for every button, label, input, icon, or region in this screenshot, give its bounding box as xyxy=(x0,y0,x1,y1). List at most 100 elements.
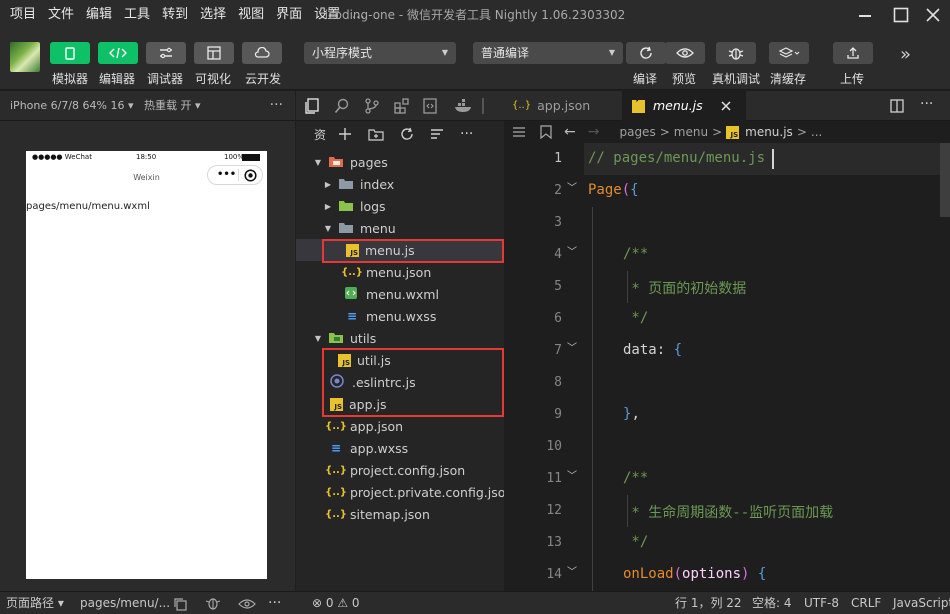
explorer-more-icon[interactable]: ··· xyxy=(460,126,473,142)
eye-icon xyxy=(676,48,694,58)
avatar[interactable] xyxy=(10,42,40,72)
menu-tools[interactable]: 工具 xyxy=(118,0,156,30)
cloud-dev-button[interactable] xyxy=(242,42,282,64)
refresh-explorer-icon[interactable] xyxy=(400,127,414,141)
tree-folder-menu[interactable]: ▼ menu xyxy=(296,217,504,239)
simulator-toggle-button[interactable] xyxy=(50,42,90,64)
search-icon[interactable] xyxy=(334,98,350,114)
menu-view[interactable]: 视图 xyxy=(232,0,270,30)
capsule-close-icon[interactable] xyxy=(244,169,257,182)
compile-button[interactable] xyxy=(626,42,666,64)
code-file-icon[interactable] xyxy=(422,97,438,114)
clear-cache-button[interactable] xyxy=(769,42,809,64)
new-file-icon[interactable] xyxy=(338,127,352,141)
visual-toggle-button[interactable] xyxy=(194,42,234,64)
breadcrumb-ellipsis[interactable]: ... xyxy=(811,125,822,139)
collapse-all-icon[interactable] xyxy=(430,127,444,141)
tree-file-project-private-config[interactable]: {..} project.private.config.json xyxy=(296,481,513,503)
mode-select[interactable]: 小程序模式 ▼ xyxy=(304,42,456,64)
fold-chevron-icon[interactable]: ﹀ xyxy=(567,243,577,258)
status-more-icon[interactable]: ··· xyxy=(268,592,281,614)
split-editor-icon[interactable] xyxy=(890,99,904,113)
outline-icon[interactable] xyxy=(512,126,526,138)
compile-mode-select[interactable]: 普通编译 ▼ xyxy=(473,42,623,64)
back-arrow-icon[interactable]: ← xyxy=(564,124,576,140)
source-control-icon[interactable] xyxy=(364,97,380,114)
tree-file-menu-wxss[interactable]: ≡ menu.wxss xyxy=(296,305,504,327)
tree-file-menu-js[interactable]: JS menu.js xyxy=(296,239,504,261)
capsule-more-icon[interactable]: ••• xyxy=(217,169,236,180)
editor-scrollbar[interactable] xyxy=(940,143,950,591)
breadcrumb-menu[interactable]: menu xyxy=(674,125,708,139)
tree-file-app-json[interactable]: {..} app.json xyxy=(296,415,504,437)
extensions-icon[interactable] xyxy=(394,97,410,114)
simulator-more-icon[interactable]: ··· xyxy=(270,91,283,119)
more-tools-icon[interactable]: » xyxy=(900,44,911,65)
new-folder-icon[interactable] xyxy=(368,127,384,141)
breadcrumb-file[interactable]: menu.js xyxy=(745,125,793,139)
editor-toggle-button[interactable] xyxy=(98,42,138,64)
tree-file-util-js[interactable]: JS util.js xyxy=(296,349,504,371)
tab-menu-js[interactable]: JS menu.js xyxy=(622,91,746,121)
language-mode[interactable]: JavaScript xyxy=(893,592,950,614)
scrollbar-thumb[interactable] xyxy=(940,143,950,217)
indentation[interactable]: 空格: 4 xyxy=(752,592,792,614)
tree-file-project-config[interactable]: {..} project.config.json xyxy=(296,459,504,481)
tree-file-eslintrc[interactable]: .eslintrc.js xyxy=(296,371,504,393)
copy-icon[interactable] xyxy=(173,597,187,611)
fold-chevron-icon[interactable]: ﹀ xyxy=(567,467,577,482)
menu-settings[interactable]: 设置 xyxy=(308,0,346,30)
menu-project[interactable]: 项目 xyxy=(4,0,42,30)
capsule-menu[interactable]: ••• xyxy=(207,165,263,185)
breadcrumb-separator-icon: > xyxy=(659,125,670,139)
tree-folder-utils[interactable]: ▼ utils xyxy=(296,327,504,349)
fold-chevron-icon[interactable]: ﹀ xyxy=(567,179,577,194)
files-icon[interactable] xyxy=(304,97,320,114)
close-window-button[interactable] xyxy=(916,0,950,30)
device-select[interactable]: iPhone 6/7/8 64% 16 ▾ xyxy=(10,91,134,121)
debugger-toggle-button[interactable] xyxy=(146,42,186,64)
upload-button[interactable] xyxy=(833,42,873,64)
tab-app-json[interactable]: {..} app.json xyxy=(504,91,622,121)
hot-reload-toggle[interactable]: 热重载 开 ▾ xyxy=(144,91,201,121)
bug-icon[interactable] xyxy=(205,596,221,611)
menu-select[interactable]: 选择 xyxy=(194,0,232,30)
tree-label: menu.js xyxy=(365,242,415,258)
eye-icon[interactable] xyxy=(238,598,256,610)
tree-folder-index[interactable]: ▶ index xyxy=(296,173,504,195)
menu-file[interactable]: 文件 xyxy=(42,0,80,30)
menu-goto[interactable]: 转到 xyxy=(156,0,194,30)
tree-file-menu-wxml[interactable]: menu.wxml xyxy=(296,283,504,305)
tree-file-app-js[interactable]: JS app.js xyxy=(296,393,504,415)
breadcrumb-pages[interactable]: pages xyxy=(619,125,655,139)
docker-icon[interactable] xyxy=(454,98,474,114)
tree-folder-pages[interactable]: ▼ pages xyxy=(296,151,504,173)
close-tab-icon[interactable] xyxy=(721,101,731,111)
menu-edit[interactable]: 编辑 xyxy=(80,0,118,30)
page-path-dropdown[interactable]: 页面路径 ▾ xyxy=(6,592,64,614)
tree-file-app-wxss[interactable]: ≡ app.wxss xyxy=(296,437,504,459)
preview-button[interactable] xyxy=(665,42,705,64)
tree-folder-logs[interactable]: ▶ logs xyxy=(296,195,504,217)
editor-more-icon[interactable]: ··· xyxy=(920,96,933,112)
problems-count[interactable]: ⊗ 0 ⚠ 0 xyxy=(312,592,360,614)
phone-screen[interactable]: ●●●●● WeChat 18:50 100% Weixin ••• pages… xyxy=(26,151,267,579)
minimize-button[interactable] xyxy=(848,0,882,30)
code-editor[interactable]: 1 2 3 4 5 6 7 8 9 10 11 12 13 14 ﹀ ﹀ ﹀ ﹀… xyxy=(504,143,950,591)
page-path-value[interactable]: pages/menu/... xyxy=(80,592,170,614)
remote-debug-button[interactable] xyxy=(716,42,756,64)
tree-file-menu-json[interactable]: {..} menu.json xyxy=(296,261,504,283)
line-number: 10 xyxy=(546,439,562,454)
tree-file-sitemap[interactable]: {..} sitemap.json xyxy=(296,503,504,525)
cursor-position[interactable]: 行 1，列 22 xyxy=(675,592,742,614)
menu-more[interactable]: ... xyxy=(346,0,370,30)
menu-interface[interactable]: 界面 xyxy=(270,0,308,30)
fold-chevron-icon[interactable]: ﹀ xyxy=(567,563,577,578)
maximize-button[interactable] xyxy=(884,0,918,30)
fold-chevron-icon[interactable]: ﹀ xyxy=(567,339,577,354)
line-ending[interactable]: CRLF xyxy=(851,592,881,614)
forward-arrow-icon[interactable]: → xyxy=(588,124,600,140)
encoding[interactable]: UTF-8 xyxy=(804,592,839,614)
bookmark-icon[interactable] xyxy=(540,125,552,139)
tree-label: logs xyxy=(360,198,386,214)
